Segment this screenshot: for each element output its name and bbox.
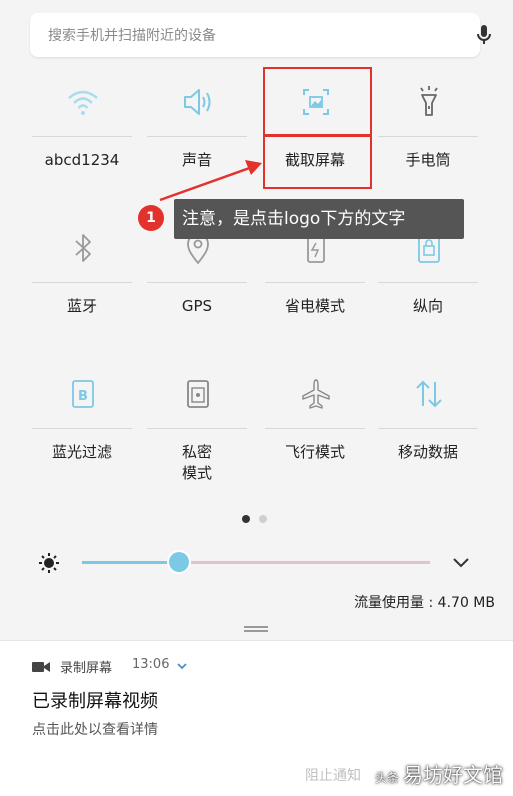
tile-divider: [32, 428, 132, 429]
search-bar[interactable]: 搜索手机并扫描附近的设备: [30, 13, 491, 57]
watermark: 头条 易坊好文馆: [375, 759, 503, 788]
watermark-prefix: 头条: [374, 771, 399, 785]
tile-airplane[interactable]: 飞行模式: [265, 362, 365, 492]
tile-divider: [32, 282, 132, 283]
tile-label: 私密 模式: [181, 443, 212, 482]
watermark-name: 易坊好文馆: [403, 763, 503, 787]
tile-divider: [378, 136, 478, 137]
page-dot-active[interactable]: [242, 515, 250, 523]
notification-time: 13:06: [132, 657, 170, 672]
svg-text:B: B: [78, 389, 88, 404]
tile-label: 省电模式: [284, 297, 345, 315]
highlight-box-label: [263, 134, 372, 189]
tile-label: GPS: [181, 297, 213, 315]
private-mode-icon: [187, 380, 209, 408]
annotation-badge: 1: [138, 205, 164, 231]
tile-divider: [32, 136, 132, 137]
tile-label: abcd1234: [44, 151, 120, 169]
search-placeholder: 搜索手机并扫描附近的设备: [48, 28, 216, 44]
page-dot[interactable]: [259, 515, 267, 523]
highlight-box-icon: [263, 67, 372, 137]
wifi-icon: [68, 90, 98, 115]
tile-label: 飞行模式: [284, 443, 345, 461]
tile-divider: [378, 282, 478, 283]
tile-label: 手电筒: [405, 151, 451, 169]
tile-label: 纵向: [412, 297, 443, 315]
tile-bluetooth[interactable]: 蓝牙: [32, 216, 132, 346]
tile-divider: [378, 428, 478, 429]
tile-mobile-data[interactable]: 移动数据: [378, 362, 478, 492]
drag-handle[interactable]: [244, 626, 268, 632]
tile-divider: [265, 282, 365, 283]
tile-divider: [147, 136, 247, 137]
microphone-icon[interactable]: [472, 23, 496, 47]
chevron-down-icon[interactable]: [451, 555, 471, 571]
tile-flashlight[interactable]: 手电筒: [378, 70, 478, 200]
tile-label: 蓝光过滤: [51, 443, 112, 461]
tile-label: 蓝牙: [66, 297, 97, 315]
notification-title: 已录制屏幕视频: [32, 691, 158, 712]
airplane-icon: [302, 379, 330, 409]
notification-detail: 点击此处以查看详情: [32, 722, 158, 738]
expand-icon[interactable]: [176, 661, 188, 671]
tile-label: 移动数据: [397, 443, 458, 461]
brightness-slider-thumb[interactable]: [169, 552, 190, 572]
video-camera-icon: [32, 662, 50, 672]
tile-sound[interactable]: 声音: [147, 70, 247, 200]
tile-divider: [265, 428, 365, 429]
tile-divider: [147, 428, 247, 429]
speaker-icon: [184, 89, 211, 115]
brightness-track-fill: [82, 561, 180, 564]
notification-app-name: 录制屏幕: [60, 661, 113, 676]
flashlight-icon: [420, 86, 438, 116]
data-usage-text: 流量使用量 : 4.70 MB: [354, 595, 495, 611]
block-notifications-button[interactable]: 阻止通知: [305, 765, 361, 785]
tile-blue-light-filter[interactable]: B 蓝光过滤: [32, 362, 132, 492]
brightness-icon: [39, 553, 59, 573]
bluetooth-icon: [75, 234, 91, 262]
blue-light-filter-icon: B: [72, 380, 94, 408]
annotation-tooltip: 注意，是点击logo下方的文字: [174, 199, 464, 239]
tile-divider: [147, 282, 247, 283]
tile-private-mode[interactable]: 私密 模式: [147, 362, 247, 492]
tile-wifi[interactable]: abcd1234: [32, 70, 132, 200]
mobile-data-icon: [416, 380, 442, 408]
tile-label: 声音: [181, 151, 212, 169]
